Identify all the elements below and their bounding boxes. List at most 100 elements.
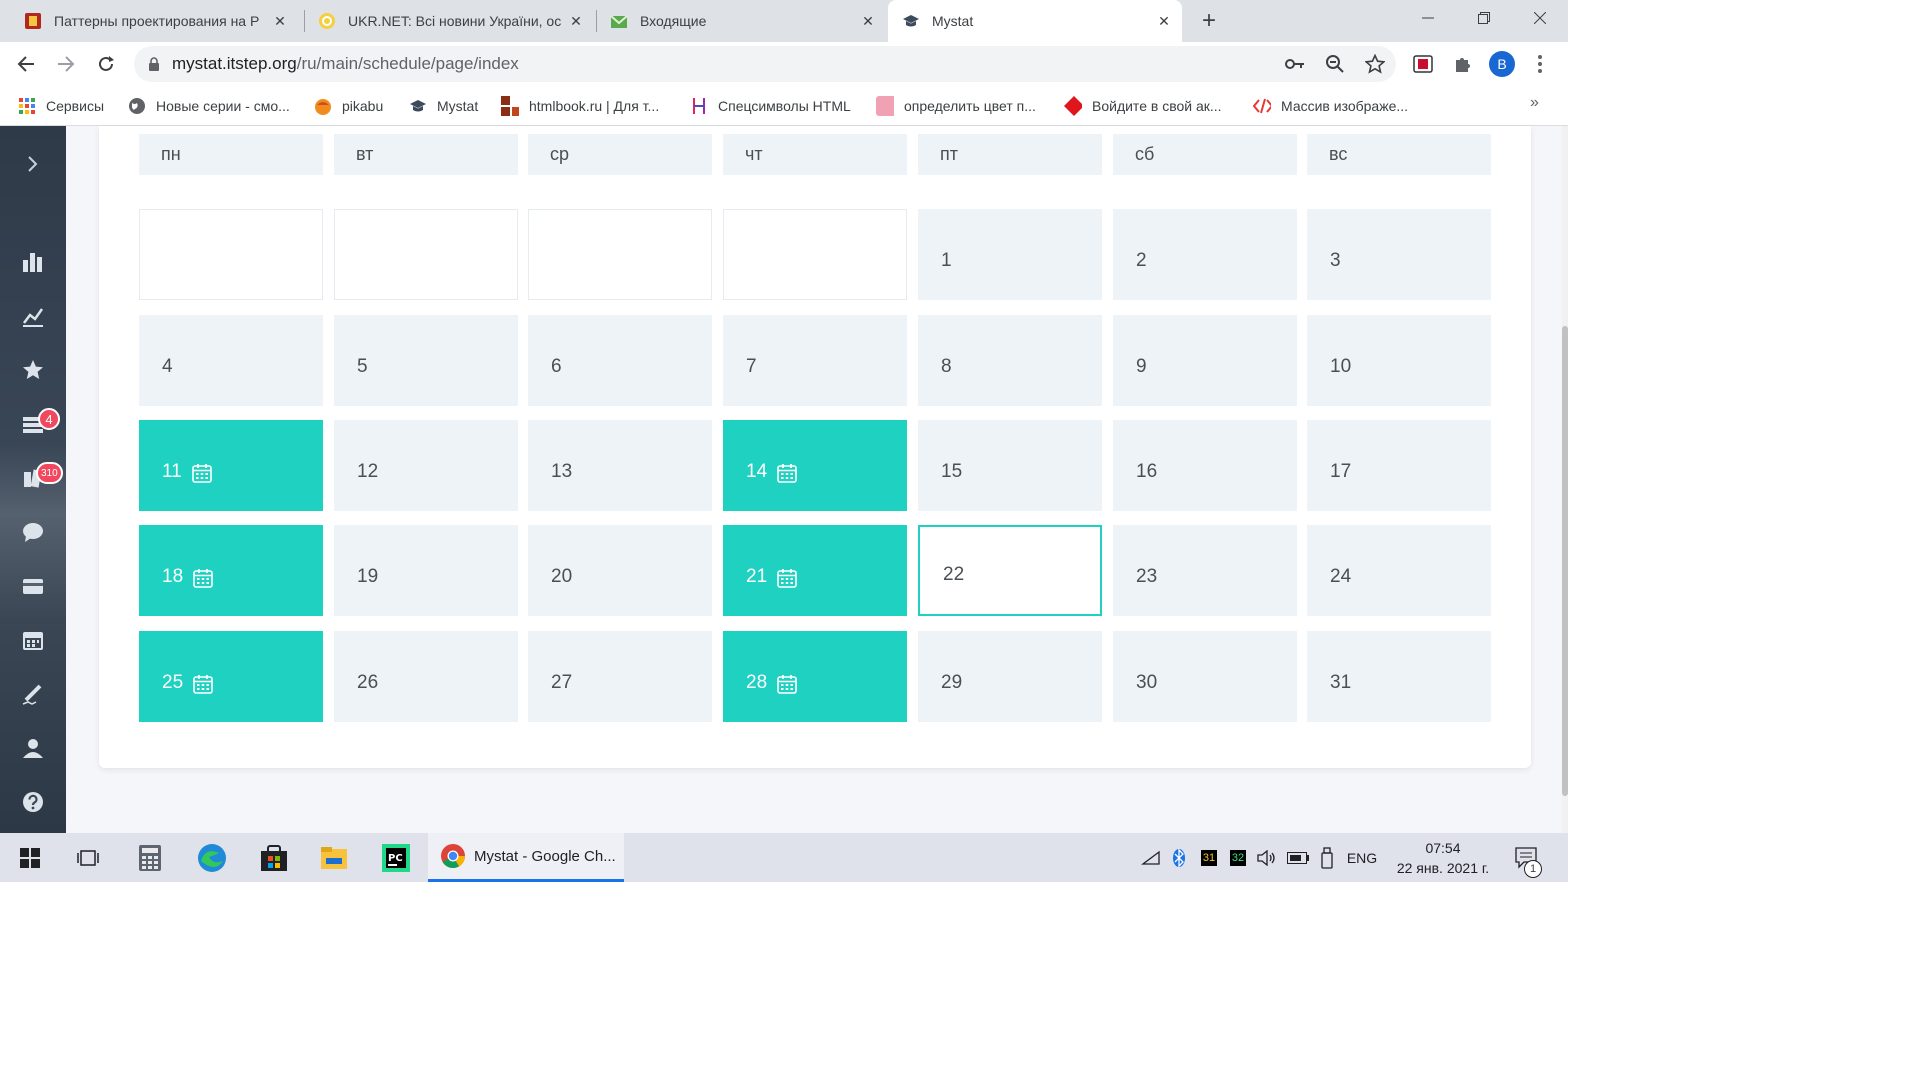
tasks-badge: 4 <box>38 408 60 430</box>
calendar-day[interactable]: 19 <box>334 525 518 616</box>
battery-icon[interactable] <box>1286 833 1310 882</box>
taskbar-chrome-window[interactable]: Mystat - Google Ch... <box>428 833 624 882</box>
bookmark-services[interactable]: Сервисы <box>18 94 104 118</box>
close-window-button[interactable] <box>1512 0 1568 36</box>
address-bar[interactable]: mystat.itstep.org/ru/main/schedule/page/… <box>134 46 1396 82</box>
tray-app-badge-2[interactable]: 32 <box>1227 833 1249 882</box>
calendar-day-with-lessons[interactable]: 18 <box>139 525 323 616</box>
wifi-icon[interactable] <box>1138 833 1164 882</box>
calendar-day[interactable]: 6 <box>528 315 712 406</box>
bookmark-sign-in[interactable]: Войдите в свой ак... <box>1064 94 1222 118</box>
calendar-day[interactable]: 9 <box>1113 315 1297 406</box>
taskbar-clock[interactable]: 07:54 22 янв. 2021 г. <box>1386 838 1500 878</box>
calendar-day[interactable]: 30 <box>1113 631 1297 722</box>
chevron-double-right-icon[interactable]: » <box>1530 94 1539 112</box>
scrollbar-thumb[interactable] <box>1562 326 1568 796</box>
calendar-day[interactable]: 4 <box>139 315 323 406</box>
sidebar-expand-button[interactable] <box>19 150 47 178</box>
more-menu-icon[interactable] <box>1534 52 1546 76</box>
minimize-button[interactable] <box>1400 0 1456 36</box>
calendar-day[interactable]: 15 <box>918 420 1102 511</box>
file-explorer-icon[interactable] <box>308 833 360 882</box>
store-app-icon[interactable] <box>248 833 300 882</box>
calendar-day[interactable]: 31 <box>1307 631 1491 722</box>
key-icon[interactable] <box>1284 54 1306 74</box>
sidebar-item-messages[interactable] <box>19 518 47 546</box>
calculator-app-icon[interactable] <box>124 833 176 882</box>
calendar-day-with-lessons[interactable]: 25 <box>139 631 323 722</box>
new-tab-button[interactable]: + <box>1196 7 1222 34</box>
restore-button[interactable] <box>1456 0 1512 36</box>
sidebar-item-rewards[interactable] <box>19 356 47 384</box>
calendar-day-with-lessons[interactable]: 11 <box>139 420 323 511</box>
sidebar-item-progress[interactable] <box>19 302 47 330</box>
calendar-day-today[interactable]: 22 <box>918 525 1102 616</box>
speaker-icon[interactable] <box>1256 833 1278 882</box>
usb-device-icon[interactable] <box>1316 833 1338 882</box>
close-icon[interactable]: ✕ <box>566 11 586 31</box>
calendar-day[interactable]: 1 <box>918 209 1102 300</box>
pycharm-app-icon[interactable]: PC <box>370 833 422 882</box>
language-indicator[interactable]: ENG <box>1344 833 1380 882</box>
bookmark-color-picker[interactable]: определить цвет п... <box>876 94 1036 118</box>
calendar-day[interactable]: 2 <box>1113 209 1297 300</box>
bookmark-star-icon[interactable] <box>1364 54 1386 74</box>
bookmark-mystat[interactable]: Mystat <box>409 94 478 118</box>
bookmark-htmlbook[interactable]: htmlbook.ru | Для т... <box>501 94 659 118</box>
edge-browser-icon[interactable] <box>186 833 238 882</box>
calendar-day[interactable]: 12 <box>334 420 518 511</box>
page-scrollbar[interactable] <box>1562 126 1568 833</box>
lock-icon[interactable] <box>146 56 162 72</box>
calendar-day[interactable]: 20 <box>528 525 712 616</box>
day-number: 1 <box>941 250 952 271</box>
tab-patterns[interactable]: Паттерны проектирования на P ✕ <box>16 0 298 42</box>
sidebar-item-help[interactable] <box>19 788 47 816</box>
profile-avatar[interactable]: B <box>1489 51 1515 77</box>
close-icon[interactable]: ✕ <box>1154 11 1174 31</box>
sidebar-item-schedule[interactable] <box>19 626 47 654</box>
calendar-day-with-lessons[interactable]: 28 <box>723 631 907 722</box>
sidebar-item-statistics[interactable] <box>19 248 47 276</box>
calendar-day[interactable]: 13 <box>528 420 712 511</box>
tab-ukrnet[interactable]: UKR.NET: Всі новини України, ос ✕ <box>310 0 594 42</box>
calendar-day[interactable]: 24 <box>1307 525 1491 616</box>
bookmark-new-series[interactable]: Новые серии - смо... <box>128 94 290 118</box>
bookmark-pikabu[interactable]: pikabu <box>314 94 383 118</box>
close-icon[interactable]: ✕ <box>270 11 290 31</box>
mcafee-extension-icon[interactable] <box>1411 52 1435 76</box>
reload-button[interactable] <box>92 50 120 78</box>
calendar-day[interactable]: 16 <box>1113 420 1297 511</box>
calendar-day[interactable]: 23 <box>1113 525 1297 616</box>
bookmark-image-array[interactable]: Массив изображе... <box>1253 94 1408 118</box>
calendar-day[interactable]: 27 <box>528 631 712 722</box>
calendar-day[interactable]: 3 <box>1307 209 1491 300</box>
day-number: 5 <box>357 356 368 377</box>
calendar-day[interactable]: 5 <box>334 315 518 406</box>
calendar-day[interactable]: 29 <box>918 631 1102 722</box>
calendar-day[interactable]: 8 <box>918 315 1102 406</box>
task-view-icon[interactable] <box>62 833 114 882</box>
close-icon[interactable]: ✕ <box>858 11 878 31</box>
tab-mystat[interactable]: Mystat ✕ <box>888 0 1182 42</box>
extensions-puzzle-icon[interactable] <box>1451 52 1475 76</box>
bookmark-html-symbols[interactable]: Спецсимволы HTML <box>690 94 851 118</box>
calendar-day[interactable]: 17 <box>1307 420 1491 511</box>
day-number: 21 <box>746 566 768 587</box>
back-button[interactable] <box>12 50 40 78</box>
calendar-day[interactable]: 10 <box>1307 315 1491 406</box>
bluetooth-icon[interactable] <box>1168 833 1190 882</box>
calendar-day[interactable]: 7 <box>723 315 907 406</box>
forward-button[interactable] <box>52 50 80 78</box>
tray-app-badge-1[interactable]: 31 <box>1198 833 1220 882</box>
sidebar-item-payments[interactable] <box>19 572 47 600</box>
tab-inbox[interactable]: Входящие ✕ <box>602 0 886 42</box>
calendar-day-with-lessons[interactable]: 14 <box>723 420 907 511</box>
sidebar-item-profile[interactable] <box>19 734 47 762</box>
calendar-day-with-lessons[interactable]: 21 <box>723 525 907 616</box>
calendar-empty-cell <box>528 209 712 300</box>
calendar-day[interactable]: 26 <box>334 631 518 722</box>
windows-start-icon[interactable] <box>4 833 56 882</box>
zoom-out-icon[interactable] <box>1324 54 1346 74</box>
sidebar-item-signature[interactable] <box>19 680 47 708</box>
tab-title: Входящие <box>640 13 707 29</box>
